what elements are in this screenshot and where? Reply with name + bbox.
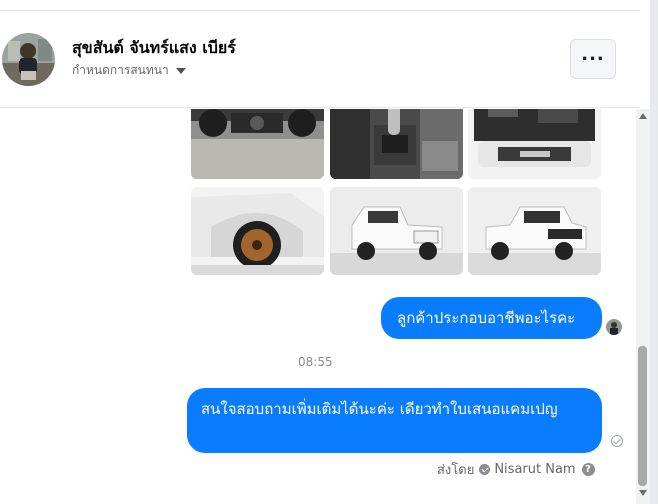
- attachment-photo[interactable]: [330, 109, 463, 179]
- caret-down-icon: [175, 68, 186, 74]
- contact-name[interactable]: สุขสันต์ จันทร์แสง เบียร์: [72, 36, 236, 61]
- more-options-button[interactable]: ...: [570, 39, 616, 79]
- message-bubble[interactable]: ลูกค้าประกอบอาชีพอะไรคะ: [381, 297, 602, 339]
- attachment-photo[interactable]: [468, 187, 601, 275]
- contact-avatar[interactable]: [2, 33, 55, 86]
- sender-name[interactable]: Nisarut Nam: [494, 462, 575, 477]
- sent-by-label: ส่งโดย: [437, 463, 475, 478]
- conversation-header: สุขสันต์ จันทร์แสง เบียร์ กำหนดการสนทนา …: [0, 11, 640, 108]
- window-edge: [650, 0, 658, 504]
- scroll-up-arrow-icon[interactable]: [639, 113, 647, 119]
- verified-check-icon: [479, 464, 491, 475]
- message-thread: ลูกค้าประกอบอาชีพอะไรคะ 08:55 สนใจสอบถาม…: [0, 109, 636, 504]
- attachment-photo[interactable]: [468, 109, 601, 179]
- attachment-photo[interactable]: [191, 187, 324, 275]
- more-horizontal-icon: ...: [581, 44, 605, 65]
- attachment-photo[interactable]: [330, 187, 463, 275]
- message-bubble[interactable]: สนใจสอบถามเพิ่มเติมได้นะค่ะ เดียวทำใบเสน…: [187, 388, 602, 453]
- scrollbar[interactable]: [636, 109, 650, 504]
- seen-avatar: [606, 319, 622, 335]
- conversation-settings-dropdown[interactable]: กำหนดการสนทนา: [72, 61, 186, 80]
- attachment-photo[interactable]: [191, 109, 324, 179]
- scrollbar-thumb[interactable]: [638, 346, 647, 486]
- conversation-settings-label: กำหนดการสนทนา: [72, 63, 169, 77]
- timestamp-text: 08:55: [298, 355, 333, 369]
- scroll-down-arrow-icon[interactable]: [639, 490, 647, 496]
- help-icon[interactable]: ?: [581, 463, 595, 476]
- sent-by-row: ส่งโดย Nisarut Nam ?: [437, 459, 595, 480]
- sent-check-icon: [611, 435, 623, 447]
